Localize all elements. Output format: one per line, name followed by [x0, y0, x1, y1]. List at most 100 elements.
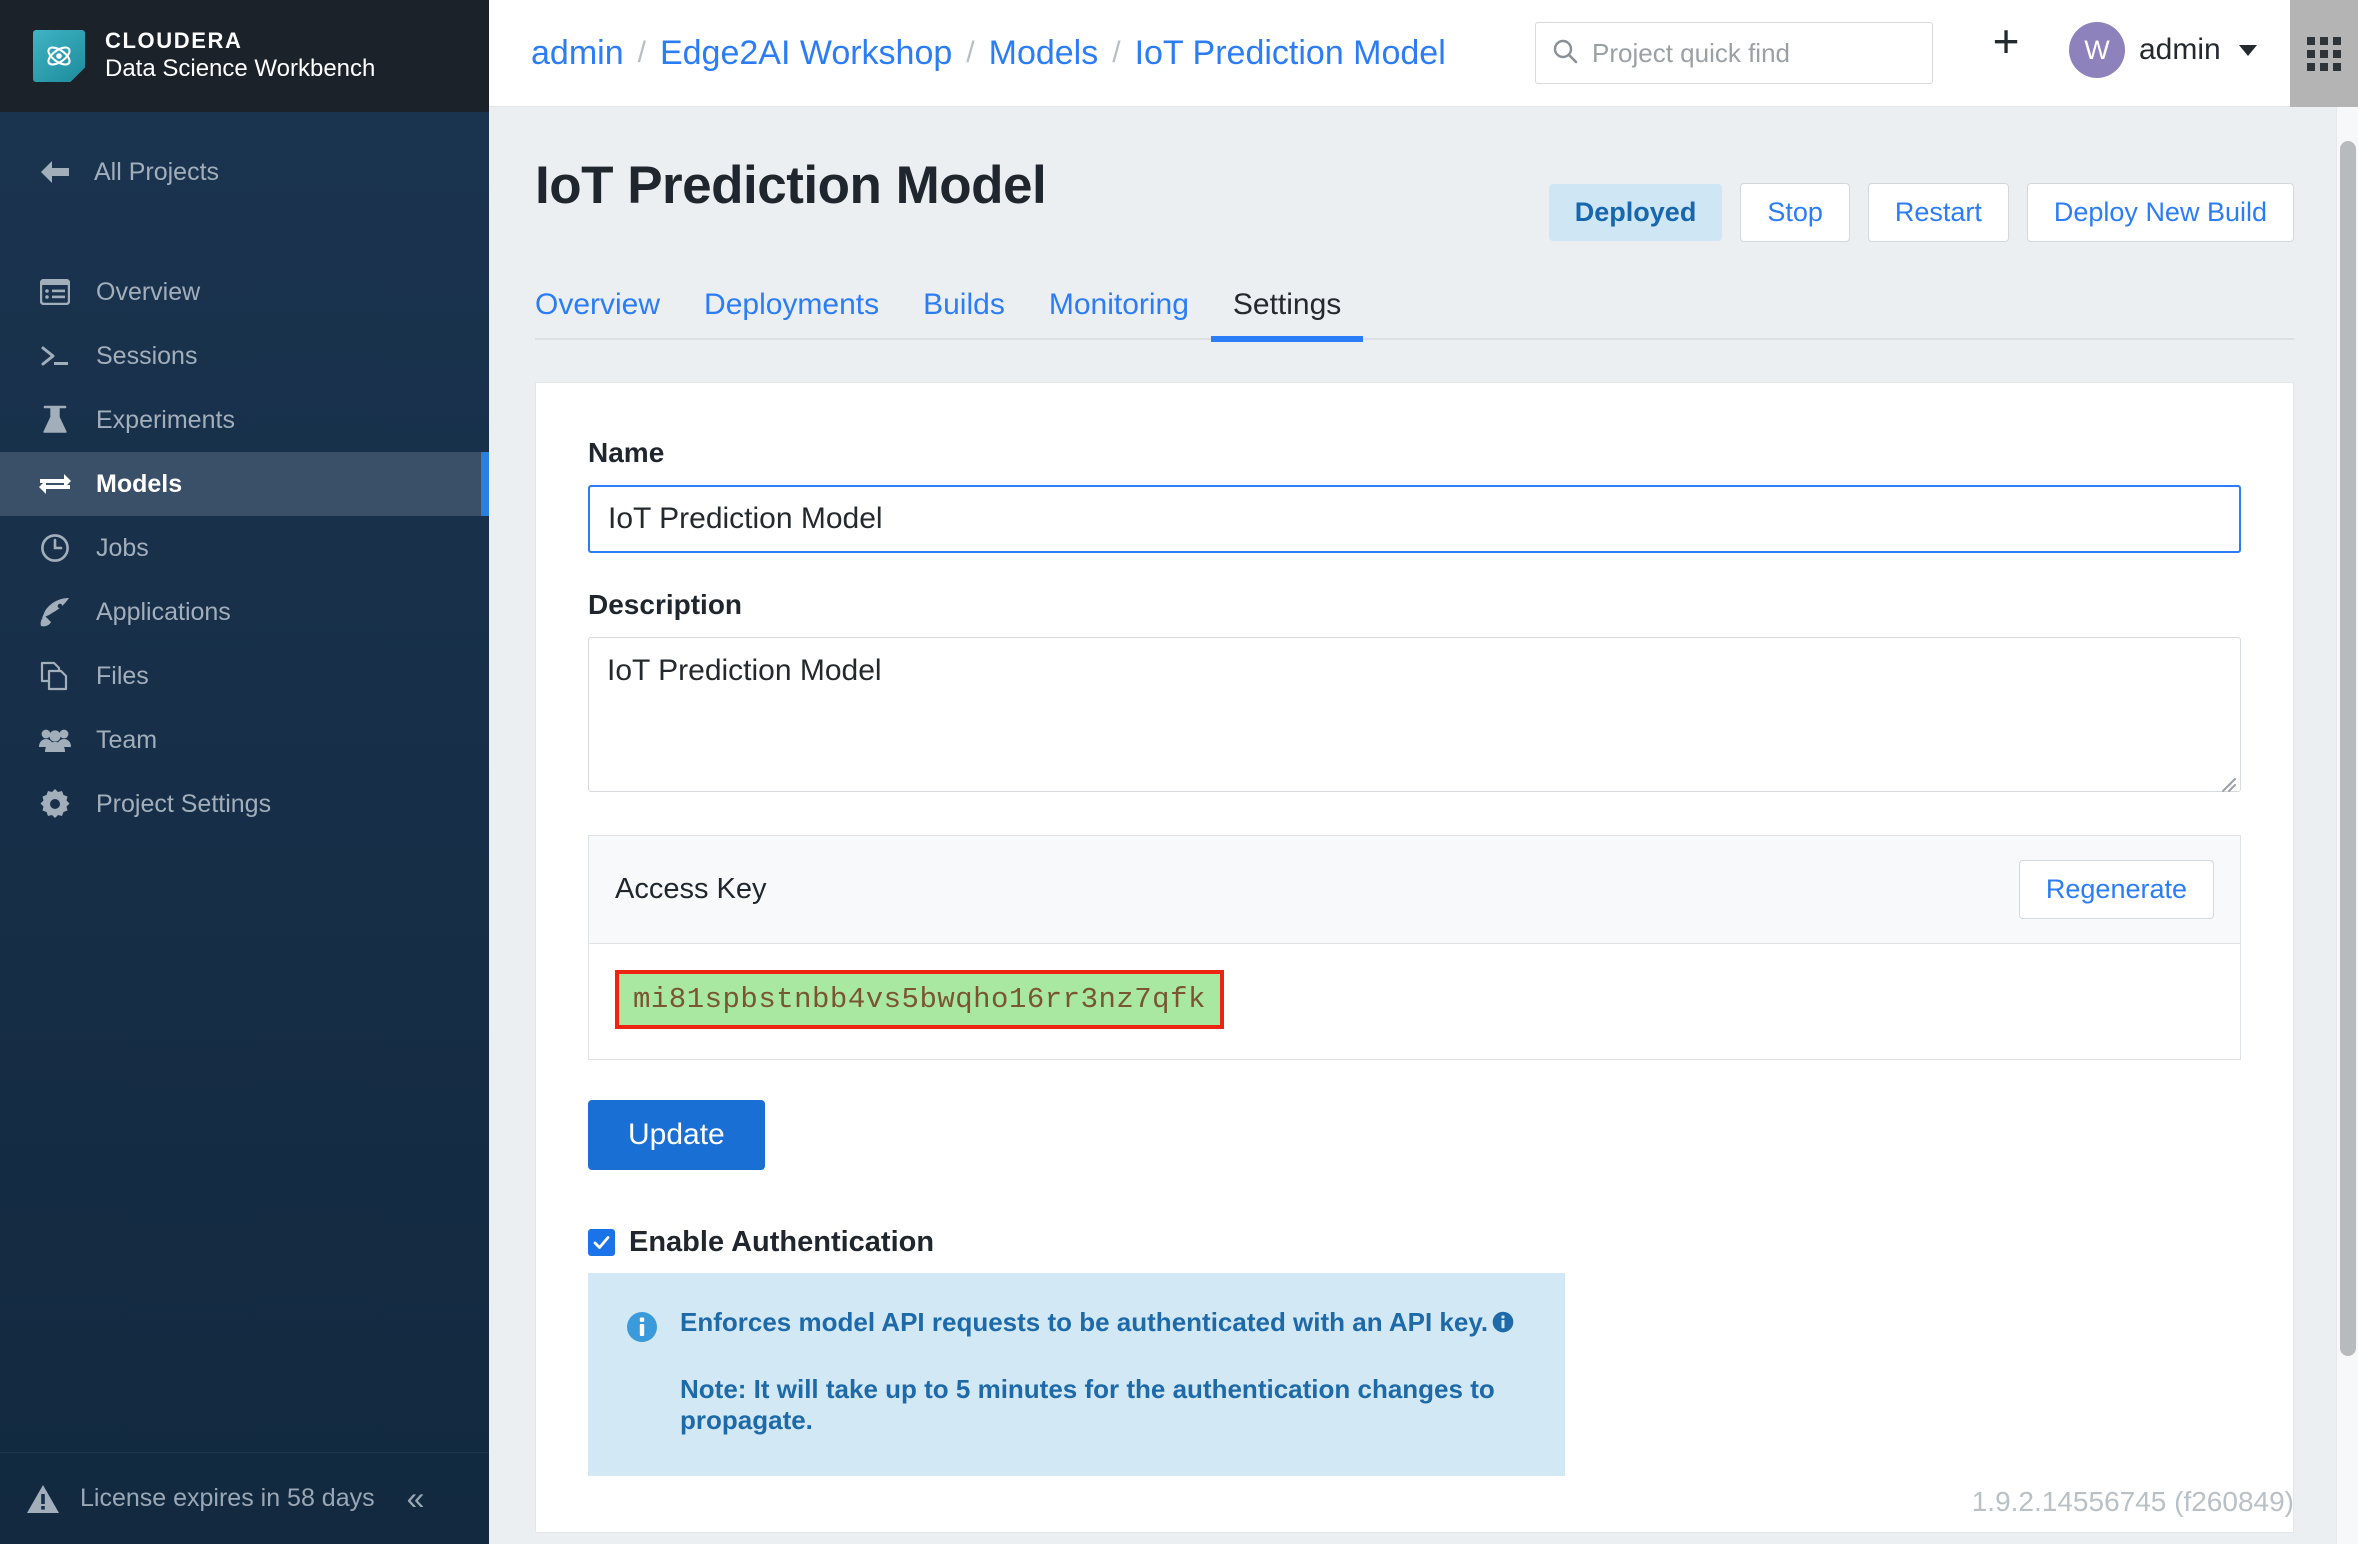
info-circle-icon [626, 1311, 658, 1348]
flask-icon [38, 403, 72, 437]
all-projects-label: All Projects [94, 157, 220, 186]
sidebar-item-jobs[interactable]: Jobs [0, 516, 489, 580]
stop-button[interactable]: Stop [1740, 183, 1850, 242]
sidebar-item-files[interactable]: Files [0, 644, 489, 708]
info-primary-label: Enforces model API requests to be authen… [680, 1307, 1489, 1337]
enable-authentication-label: Enable Authentication [629, 1226, 935, 1258]
status-badge: Deployed [1548, 184, 1723, 241]
settings-card: Name Description IoT Prediction Model Ac… [535, 382, 2294, 1533]
access-key-value[interactable]: mi81spbstnbb4vs5bwqho16rr3nz7qfk [615, 970, 1224, 1029]
breadcrumb-item-models[interactable]: Models [989, 34, 1099, 73]
sidebar-item-label: Jobs [96, 533, 149, 562]
search-box[interactable] [1535, 22, 1933, 84]
breadcrumb-item-project[interactable]: Edge2AI Workshop [660, 34, 952, 73]
breadcrumb: admin / Edge2AI Workshop / Models / IoT … [489, 34, 1446, 73]
tab-overview[interactable]: Overview [535, 288, 682, 340]
content-area: IoT Prediction Model Deployed Stop Resta… [489, 107, 2358, 1544]
info-text-block: Enforces model API requests to be authen… [680, 1307, 1527, 1436]
exchange-arrows-icon [38, 467, 72, 501]
name-input[interactable] [588, 485, 2241, 553]
all-projects-link[interactable]: All Projects [0, 132, 489, 212]
deploy-new-build-button[interactable]: Deploy New Build [2026, 183, 2294, 242]
sidebar-item-applications[interactable]: Applications [0, 580, 489, 644]
brand-subtitle: Data Science Workbench [105, 55, 376, 83]
tab-deployments[interactable]: Deployments [682, 288, 901, 340]
brand-header[interactable]: CLOUDERA Data Science Workbench [0, 0, 489, 112]
breadcrumb-separator: / [966, 36, 975, 69]
vertical-scrollbar[interactable] [2336, 107, 2358, 1544]
sidebar-item-label: Overview [96, 277, 201, 306]
enable-authentication-row[interactable]: Enable Authentication [588, 1226, 2241, 1259]
search-input[interactable] [1592, 37, 1916, 69]
regenerate-button[interactable]: Regenerate [2018, 860, 2214, 919]
sidebar-item-experiments[interactable]: Experiments [0, 388, 489, 452]
info-primary-text: Enforces model API requests to be authen… [680, 1307, 1527, 1340]
page-actions: Deployed Stop Restart Deploy New Build [1548, 155, 2294, 242]
clock-icon [38, 531, 72, 565]
license-text: License expires in 58 days [80, 1484, 375, 1512]
info-circle-small-icon[interactable] [1492, 1309, 1514, 1340]
sidebar-item-sessions[interactable]: Sessions [0, 324, 489, 388]
description-wrapper: IoT Prediction Model [588, 637, 2241, 797]
access-key-header: Access Key Regenerate [589, 836, 2240, 944]
main-area: admin / Edge2AI Workshop / Models / IoT … [489, 0, 2358, 1544]
name-label: Name [588, 437, 665, 468]
sidebar-item-models[interactable]: Models [0, 452, 489, 516]
warning-triangle-icon [26, 1482, 60, 1516]
user-name: admin [2139, 33, 2221, 66]
info-note-text: Note: It will take up to 5 minutes for t… [680, 1374, 1495, 1435]
scrollbar-thumb[interactable] [2340, 141, 2356, 1356]
plus-icon[interactable]: + [1981, 18, 2031, 64]
version-label: 1.9.2.14556745 (f260849) [1971, 1486, 2294, 1517]
authentication-info-box: Enforces model API requests to be authen… [588, 1273, 1565, 1476]
description-label: Description [588, 589, 743, 620]
double-chevron-left-icon[interactable]: « [407, 1480, 425, 1517]
sidebar-item-label: Experiments [96, 405, 235, 434]
avatar: W [2069, 22, 2125, 78]
arrow-left-icon [38, 155, 72, 189]
terminal-prompt-icon [38, 339, 72, 373]
breadcrumb-separator: / [1112, 36, 1121, 69]
sidebar-item-label: Applications [96, 597, 231, 626]
tab-settings[interactable]: Settings [1210, 288, 1364, 342]
sidebar: CLOUDERA Data Science Workbench All Proj… [0, 0, 489, 1544]
enable-authentication-checkbox[interactable] [588, 1229, 615, 1256]
sidebar-item-overview[interactable]: Overview [0, 260, 489, 324]
breadcrumb-item-model[interactable]: IoT Prediction Model [1135, 34, 1446, 73]
restart-button[interactable]: Restart [1867, 183, 2009, 242]
sidebar-item-project-settings[interactable]: Project Settings [0, 772, 489, 836]
top-bar: admin / Edge2AI Workshop / Models / IoT … [489, 0, 2358, 107]
list-panel-icon [38, 275, 72, 309]
page-header: IoT Prediction Model Deployed Stop Resta… [535, 107, 2294, 242]
rocket-icon [38, 595, 72, 629]
breadcrumb-item-admin[interactable]: admin [531, 34, 624, 73]
gear-icon [38, 787, 72, 821]
cloudera-atom-icon [33, 30, 85, 82]
files-copy-icon [38, 659, 72, 693]
app-root: CLOUDERA Data Science Workbench All Proj… [0, 0, 2358, 1544]
sidebar-item-team[interactable]: Team [0, 708, 489, 772]
search-icon [1552, 38, 1578, 69]
access-key-section: Access Key Regenerate mi81spbstnbb4vs5bw… [588, 835, 2241, 1060]
license-status: License expires in 58 days « [0, 1452, 489, 1544]
people-group-icon [38, 723, 72, 757]
sidebar-item-label: Team [96, 725, 158, 754]
model-tabs: Overview Deployments Builds Monitoring S… [535, 288, 2294, 342]
sidebar-item-label: Models [96, 469, 183, 498]
sidebar-nav: Overview Sessions Experiments Models Job… [0, 260, 489, 836]
user-menu[interactable]: W admin [2069, 22, 2257, 78]
sidebar-item-label: Files [96, 661, 149, 690]
sidebar-item-label: Sessions [96, 341, 198, 370]
sidebar-item-label: Project Settings [96, 789, 272, 818]
grid-apps-icon[interactable] [2290, 0, 2358, 107]
access-key-body: mi81spbstnbb4vs5bwqho16rr3nz7qfk [589, 944, 2240, 1059]
chevron-down-icon [2238, 44, 2257, 56]
description-textarea[interactable]: IoT Prediction Model [588, 637, 2241, 792]
tab-monitoring[interactable]: Monitoring [1027, 288, 1211, 340]
breadcrumb-separator: / [637, 36, 646, 69]
update-button[interactable]: Update [588, 1100, 765, 1170]
access-key-label: Access Key [615, 873, 767, 905]
grid-dots [2307, 36, 2341, 71]
tab-builds[interactable]: Builds [901, 288, 1027, 340]
page-title: IoT Prediction Model [535, 156, 1047, 215]
